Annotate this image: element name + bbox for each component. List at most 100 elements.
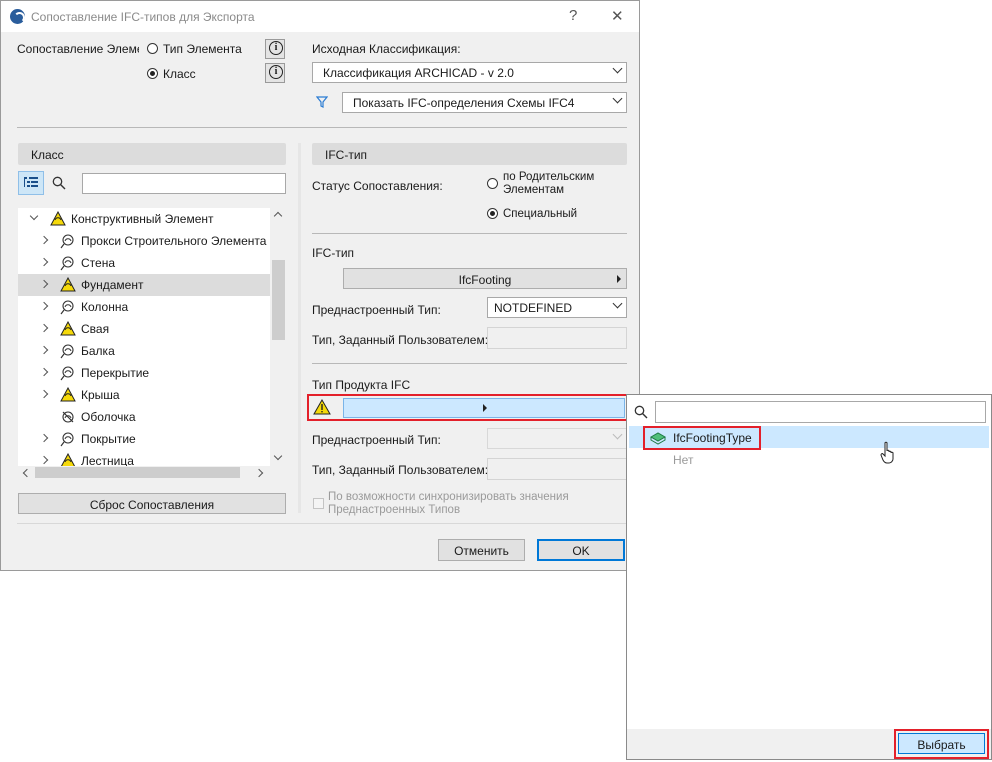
ifc-icon xyxy=(60,366,74,381)
tree-item[interactable]: Оболочка xyxy=(18,406,270,428)
tree-list-icon xyxy=(24,177,38,187)
radio-element-type[interactable] xyxy=(147,43,158,54)
list-item-none[interactable]: Нет xyxy=(673,453,693,467)
predefined-type-select[interactable]: NOTDEFINED xyxy=(487,297,627,318)
divider xyxy=(17,523,627,524)
user-defined-type-input[interactable] xyxy=(487,327,627,349)
horizontal-scrollbar-thumb[interactable] xyxy=(35,467,240,478)
list-item-label: IfcFootingType xyxy=(673,431,752,445)
tree-item-label: Оболочка xyxy=(81,410,136,424)
sync-checkbox[interactable] xyxy=(313,498,324,509)
scroll-down-icon[interactable] xyxy=(273,451,283,461)
ifc-icon xyxy=(60,234,74,249)
chevron-right-icon[interactable] xyxy=(39,389,49,399)
chevron-right-icon[interactable] xyxy=(39,345,49,355)
predefined-type-2-select[interactable] xyxy=(487,428,627,449)
product-type-button[interactable] xyxy=(343,398,625,418)
info-button-class[interactable]: i xyxy=(265,63,285,83)
tree-item[interactable]: Свая xyxy=(18,318,270,340)
chevron-down-icon xyxy=(612,298,623,309)
product-type-label: Тип Продукта IFC xyxy=(312,378,411,392)
schema-select-value: Показать IFC-определения Схемы IFC4 xyxy=(353,96,575,110)
classification-select[interactable]: Классификация ARCHICAD - v 2.0 xyxy=(312,62,627,83)
help-button[interactable]: ? xyxy=(569,7,577,24)
panel-splitter[interactable] xyxy=(298,143,301,513)
radio-status-special[interactable] xyxy=(487,208,498,219)
ok-button[interactable]: OK xyxy=(537,539,625,561)
tree-item[interactable]: Конструктивный Элемент xyxy=(18,208,270,230)
chevron-right-icon[interactable] xyxy=(39,257,49,267)
scroll-left-icon[interactable] xyxy=(22,468,32,478)
chevron-right-icon[interactable] xyxy=(39,433,49,443)
tree-item[interactable]: Перекрытие xyxy=(18,362,270,384)
filter-icon[interactable] xyxy=(316,96,328,108)
tree-item-label: Стена xyxy=(81,256,116,270)
tree-view-toggle[interactable] xyxy=(18,171,44,195)
tree-item[interactable]: Балка xyxy=(18,340,270,362)
select-button[interactable]: Выбрать xyxy=(898,733,985,754)
chevron-down-icon[interactable] xyxy=(29,211,39,221)
radio-status-parent-label: по Родительским Элементам xyxy=(503,171,595,196)
tree-item-label: Покрытие xyxy=(81,432,136,446)
chevron-right-icon[interactable] xyxy=(39,323,49,333)
radio-status-parent[interactable] xyxy=(487,178,498,189)
scroll-up-icon[interactable] xyxy=(273,211,283,221)
warning-icon xyxy=(60,277,76,292)
ifc-icon xyxy=(60,344,74,359)
ifc-icon xyxy=(60,300,74,315)
tree-item[interactable]: Лестница xyxy=(18,450,270,466)
chevron-right-icon[interactable] xyxy=(39,455,49,465)
tree-item[interactable]: Стена xyxy=(18,252,270,274)
class-search-input[interactable] xyxy=(82,173,286,194)
mapping-label: Сопоставление Элеме xyxy=(17,42,139,56)
tree-vertical-scrollbar[interactable] xyxy=(271,208,286,466)
search-icon[interactable] xyxy=(634,405,648,419)
divider xyxy=(17,127,627,128)
chevron-down-icon xyxy=(612,429,623,440)
warning-icon xyxy=(50,211,66,226)
tree-item-label: Лестница xyxy=(81,454,134,466)
radio-element-type-label: Тип Элемента xyxy=(163,42,242,56)
chevron-down-icon xyxy=(612,63,623,74)
sync-checkbox-label: По возможности синхронизировать значения… xyxy=(328,491,569,516)
close-button[interactable]: ✕ xyxy=(611,7,624,25)
divider xyxy=(312,363,627,364)
popup-search-input[interactable] xyxy=(655,401,986,423)
title-bar: Сопоставление IFC-типов для Экспорта ? ✕ xyxy=(1,1,639,32)
chevron-right-icon[interactable] xyxy=(39,235,49,245)
tree-item[interactable]: Колонна xyxy=(18,296,270,318)
source-classification-label: Исходная Классификация: xyxy=(312,42,461,56)
archicad-logo-icon xyxy=(10,9,25,24)
tree-item[interactable]: Фундамент xyxy=(18,274,270,296)
ifc-type-button[interactable]: IfcFooting xyxy=(343,268,627,289)
schema-select[interactable]: Показать IFC-определения Схемы IFC4 xyxy=(342,92,627,113)
scroll-right-icon[interactable] xyxy=(254,468,264,478)
search-icon[interactable] xyxy=(52,176,66,190)
ifc-type-value: IfcFooting xyxy=(458,273,512,287)
tree-item[interactable]: Крыша xyxy=(18,384,270,406)
ifc-crossed-icon xyxy=(62,411,74,423)
user-defined-type-2-input[interactable] xyxy=(487,458,627,480)
chevron-right-icon[interactable] xyxy=(39,279,49,289)
cancel-button[interactable]: Отменить xyxy=(438,539,525,561)
info-button-element-type[interactable]: i xyxy=(265,39,285,59)
warning-icon xyxy=(60,387,76,402)
predefined-type-value: NOTDEFINED xyxy=(494,301,572,315)
radio-class-label: Класс xyxy=(163,67,196,81)
class-panel-header: Класс xyxy=(18,143,286,165)
info-icon: i xyxy=(269,65,283,79)
reset-mapping-button[interactable]: Сброс Сопоставления xyxy=(18,493,286,514)
classification-select-value: Классификация ARCHICAD - v 2.0 xyxy=(323,66,514,80)
radio-status-special-label: Специальный xyxy=(503,208,578,220)
scrollbar-thumb[interactable] xyxy=(272,260,285,340)
chevron-right-icon[interactable] xyxy=(39,301,49,311)
tree-item-label: Колонна xyxy=(81,300,129,314)
chevron-right-icon[interactable] xyxy=(39,367,49,377)
arrow-right-icon xyxy=(483,404,487,412)
tree-item[interactable]: Покрытие xyxy=(18,428,270,450)
tree-item[interactable]: Прокси Строительного Элемента xyxy=(18,230,270,252)
ifc-icon xyxy=(60,256,74,271)
radio-class[interactable] xyxy=(147,68,158,79)
tree-horizontal-scrollbar[interactable] xyxy=(18,466,271,480)
chevron-down-icon xyxy=(612,93,623,104)
